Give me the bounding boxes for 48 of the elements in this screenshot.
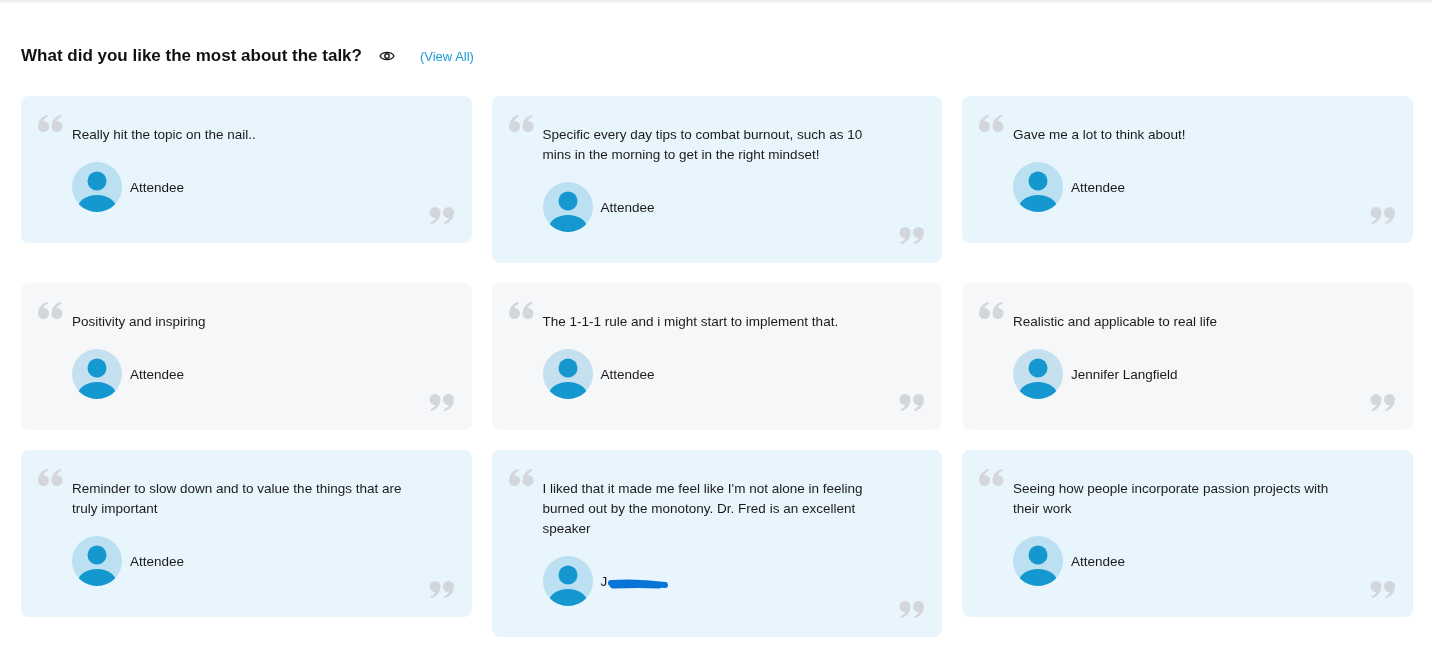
open-quote-icon	[979, 469, 1004, 486]
open-quote-icon	[508, 115, 534, 132]
close-quote-icon	[428, 581, 454, 598]
open-quote-icon	[38, 302, 63, 319]
open-quote-icon	[508, 469, 534, 486]
quote-text: The 1-1-1 rule and i might start to implement that.	[542, 313, 840, 331]
close-quote-icon	[899, 394, 924, 411]
section-title: What did you like the most about the talk?	[21, 46, 362, 66]
quote-text: Positivity and inspiring	[72, 313, 207, 331]
open-quote-icon	[38, 115, 63, 132]
user-avatar-icon	[72, 536, 122, 586]
attendee-name: Attendee	[130, 179, 185, 195]
open-quote-icon	[38, 469, 63, 486]
attendee-name: Attendee	[1071, 553, 1126, 569]
user-avatar-icon	[1013, 162, 1063, 212]
quote-text: Really hit the topic on the nail..	[72, 126, 257, 144]
quote-text: Seeing how people incorporate passion projects with their work	[1013, 480, 1330, 518]
eye-icon[interactable]	[378, 50, 395, 62]
quote-text: Realistic and applicable to real life	[1013, 313, 1219, 331]
close-quote-icon	[1369, 581, 1395, 598]
close-quote-icon	[1369, 207, 1395, 224]
close-quote-icon	[899, 601, 924, 618]
open-quote-icon	[979, 302, 1004, 319]
quote-text: Specific every day tips to combat burnout, such as 10 mins in the morning to get in the right mindset!	[542, 126, 864, 164]
user-avatar-icon	[1013, 349, 1063, 399]
attendee-name: Attendee	[130, 553, 185, 569]
attendee-name: Attendee	[600, 199, 655, 215]
close-quote-icon	[1369, 394, 1395, 411]
open-quote-icon	[508, 302, 534, 319]
user-avatar-icon	[72, 162, 122, 212]
attendee-name: Jennifer Langfield	[1071, 366, 1178, 382]
user-avatar-icon	[1013, 536, 1063, 586]
user-avatar-icon	[542, 182, 593, 232]
open-quote-icon	[979, 115, 1004, 132]
user-avatar-icon	[542, 556, 593, 606]
close-quote-icon	[899, 227, 924, 244]
quote-text: I liked that it made me feel like I'm not alone in feeling burned out by the monotony. Dr. Fred is an excellent speaker	[542, 480, 864, 538]
quote-text: Reminder to slow down and to value the things that are truly important	[72, 480, 403, 518]
view-all-link[interactable]: (View All)	[419, 48, 474, 64]
attendee-name: Attendee	[600, 366, 655, 382]
attendee-name: Attendee	[130, 366, 185, 382]
user-avatar-icon	[542, 349, 593, 399]
close-quote-icon	[428, 394, 454, 411]
user-avatar-icon	[72, 349, 122, 399]
quote-text: Gave me a lot to think about!	[1013, 126, 1187, 144]
attendee-name: Attendee	[1071, 179, 1126, 195]
attendee-name: J	[600, 573, 608, 589]
close-quote-icon	[428, 207, 454, 224]
